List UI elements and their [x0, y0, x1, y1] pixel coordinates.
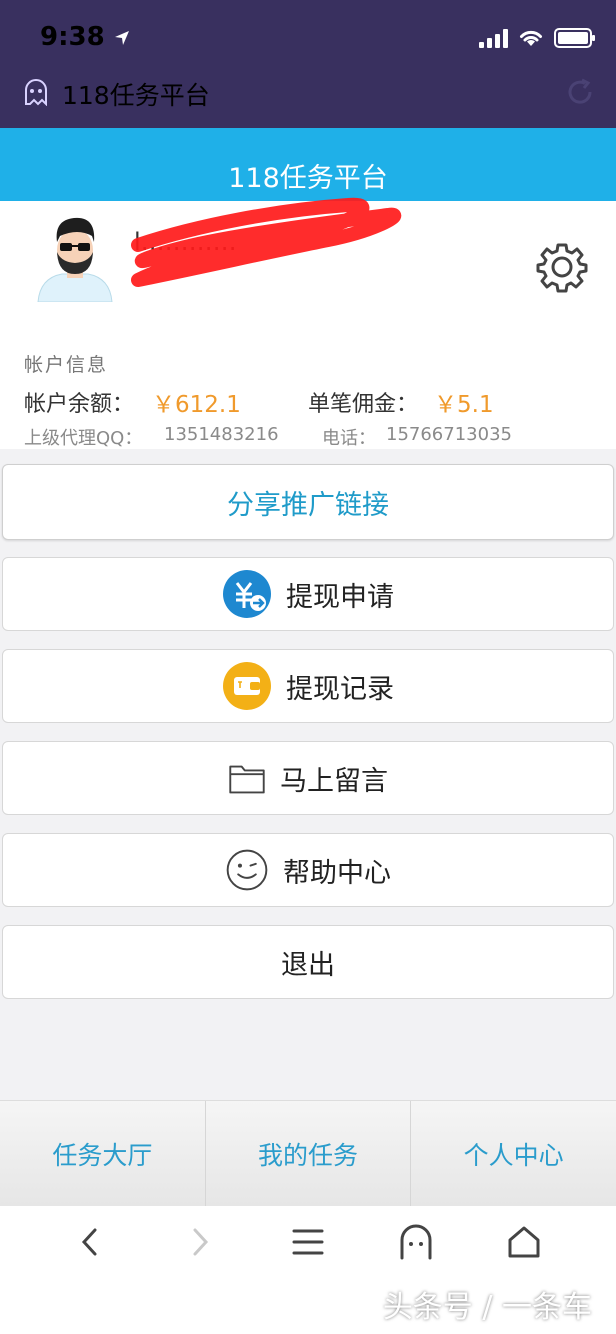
message-button[interactable]: 马上留言 [2, 741, 614, 815]
agent-qq-label: 上级代理QQ： [24, 428, 143, 449]
avatar [37, 217, 113, 302]
commission-label: 单笔佣金： [308, 392, 419, 417]
status-icons [479, 26, 595, 50]
home-icon[interactable] [504, 1222, 544, 1262]
wink-face-icon [226, 849, 268, 891]
agent-qq-value: 1351483216 [164, 424, 279, 445]
withdraw-apply-label: 提现申请 [286, 581, 394, 613]
back-icon[interactable] [70, 1222, 110, 1262]
balance-label: 帐户余额： [24, 392, 135, 417]
help-center-button[interactable]: 帮助中心 [2, 833, 614, 907]
help-center-label: 帮助中心 [283, 857, 391, 889]
wallet-icon [223, 662, 271, 710]
commission-value: ￥5.1 [434, 392, 494, 418]
withdraw-record-label: 提现记录 [286, 673, 394, 705]
battery-icon [554, 28, 595, 48]
logout-button[interactable]: 退出 [2, 925, 614, 999]
account-info-heading: 帐户信息 [24, 354, 109, 376]
tab-my-tasks[interactable]: 我的任务 [206, 1101, 412, 1207]
ghost-icon [25, 79, 47, 106]
location-arrow-icon [114, 30, 129, 45]
message-label: 马上留言 [280, 765, 388, 797]
ghost-icon[interactable] [396, 1222, 436, 1262]
signal-icon [479, 28, 508, 48]
logout-label: 退出 [281, 949, 335, 981]
withdraw-apply-button[interactable]: 提现申请 [2, 557, 614, 631]
share-link-label: 分享推广链接 [227, 489, 389, 521]
refresh-icon[interactable] [564, 76, 596, 108]
tab-personal-center[interactable]: 个人中心 [411, 1101, 616, 1207]
watermark-text: 头条号 / 一条车 [382, 1290, 592, 1325]
browser-title: 118任务平台 [62, 81, 210, 110]
tab-task-hall[interactable]: 任务大厅 [0, 1101, 206, 1207]
withdraw-record-button[interactable]: 提现记录 [2, 649, 614, 723]
folder-icon [229, 765, 265, 794]
bottom-tab-bar: 任务大厅 我的任务 个人中心 [0, 1100, 616, 1207]
phone-value: 15766713035 [386, 424, 512, 445]
gear-icon[interactable] [536, 241, 588, 293]
share-link-button[interactable]: 分享推广链接 [2, 464, 614, 540]
status-time: 9:38 [40, 22, 130, 52]
menu-icon[interactable] [288, 1222, 328, 1262]
balance-value: ￥612.1 [152, 392, 241, 418]
forward-icon[interactable] [180, 1222, 220, 1262]
redaction-scribble [131, 197, 402, 287]
phone-label: 电话： [322, 428, 376, 449]
yuan-transfer-icon [223, 570, 271, 618]
wifi-icon [520, 30, 542, 46]
